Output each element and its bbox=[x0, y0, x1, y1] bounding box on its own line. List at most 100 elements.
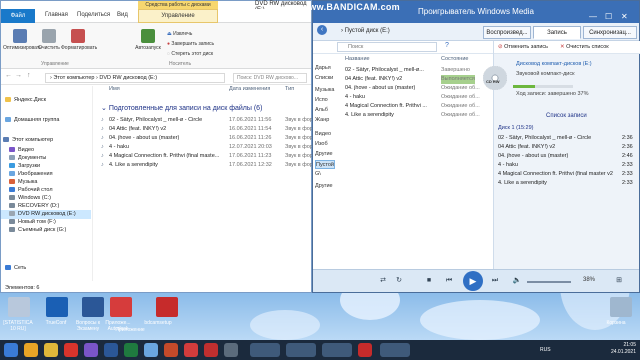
back-icon[interactable]: ‹ bbox=[317, 25, 327, 35]
back-icon[interactable]: ← bbox=[5, 72, 12, 79]
explorer-taskbar-icon[interactable] bbox=[44, 343, 58, 357]
burn-track-title[interactable]: 04 Attic (feat. INKY!) v2 bbox=[498, 144, 614, 150]
help-icon[interactable]: ? bbox=[445, 42, 449, 49]
tab-share[interactable]: Поделиться bbox=[77, 12, 110, 18]
burn-track-title[interactable]: 4. Like a serendipity bbox=[498, 180, 614, 186]
column-type[interactable]: Тип bbox=[285, 86, 294, 92]
app-icon-3[interactable] bbox=[204, 343, 218, 357]
column-state[interactable]: Состояние bbox=[441, 56, 468, 62]
burn-track-title[interactable]: 02 - Sätyr, Philocalyst _ mell-ø - Circl… bbox=[498, 135, 614, 141]
desktop-icon-label[interactable]: TrueConf bbox=[38, 320, 74, 326]
library-item-7[interactable]: Изоб bbox=[315, 140, 328, 149]
volume-slider[interactable] bbox=[527, 281, 571, 283]
play-button[interactable]: ▶ bbox=[463, 271, 483, 291]
optimize-button[interactable]: Оптимизировать bbox=[3, 29, 42, 51]
desktop-icon-label[interactable]: Приложение bbox=[112, 327, 148, 333]
opera-icon[interactable] bbox=[64, 343, 78, 357]
chrome-icon[interactable] bbox=[24, 343, 38, 357]
library-item-5[interactable]: Жанр bbox=[315, 116, 329, 125]
track-row[interactable]: 04 Attic (feat. INKY!) v2 Выполняется bbox=[345, 75, 491, 84]
tab-manage[interactable]: Управление bbox=[138, 9, 218, 23]
app-icon[interactable] bbox=[164, 343, 178, 357]
clear-list-button[interactable]: ✕ Очистить список bbox=[560, 44, 609, 50]
nav-item-13[interactable]: Съемный диск (G:) bbox=[1, 226, 91, 235]
tab-view[interactable]: Вид bbox=[117, 12, 128, 18]
clock[interactable]: 21:05 24.01.2021 bbox=[611, 342, 636, 356]
autodesk-icon[interactable] bbox=[110, 297, 132, 317]
track-row[interactable]: 4 Magical Connection ft. Prithvi ... Ожид… bbox=[345, 102, 491, 111]
volume-icon[interactable]: 🔈 bbox=[511, 275, 523, 287]
desktop-icon-label[interactable]: Корзина bbox=[598, 320, 634, 326]
up-icon[interactable]: ↑ bbox=[27, 72, 31, 79]
breadcrumb[interactable]: › Пустой диск (E:) bbox=[341, 28, 390, 34]
library-item-0[interactable]: Дарья bbox=[315, 64, 331, 73]
word-doc-icon[interactable] bbox=[82, 297, 104, 317]
desktop-icon-label[interactable]: [STATISTICA 10 RU] bbox=[0, 320, 36, 332]
language-indicator[interactable]: RUS bbox=[540, 347, 551, 353]
desktop-icon-label[interactable]: bdcamsetup bbox=[140, 320, 176, 326]
track-row[interactable]: 4 - haku Ожидание об... bbox=[345, 93, 491, 102]
bdcamsetup-icon[interactable] bbox=[156, 297, 178, 317]
switch-view-icon[interactable]: ⊞ bbox=[613, 275, 625, 287]
cancel-burn-button[interactable]: ⊘ Отменить запись bbox=[498, 44, 548, 50]
format-button[interactable]: Форматировать bbox=[61, 29, 97, 51]
drive-name[interactable]: Дисковод компакт-дисков (E:) bbox=[516, 61, 592, 67]
trueconf-icon[interactable] bbox=[46, 297, 68, 317]
library-item-8[interactable]: Другие bbox=[315, 150, 333, 159]
column-date[interactable]: Дата изменения bbox=[229, 86, 270, 92]
taskbar-window-5[interactable] bbox=[380, 343, 410, 357]
track-row[interactable]: 04. jhove - about us (master) Ожидание об… bbox=[345, 84, 491, 93]
nav-item-2[interactable]: Этот компьютер bbox=[1, 136, 91, 145]
burn-track-title[interactable]: 4 - haku bbox=[498, 162, 614, 168]
finish-burning-button[interactable]: ● Завершить запись bbox=[167, 41, 214, 47]
library-item-1[interactable]: Списки bbox=[315, 74, 333, 83]
previous-icon[interactable]: ⏮ bbox=[443, 275, 455, 287]
track-row[interactable]: 4. Like a serendipity Ожидание об... bbox=[345, 111, 491, 120]
file-row[interactable]: ♪ 4. Like a serendipity 17.06.2021 12:32 Зв… bbox=[101, 161, 317, 170]
tab-sync[interactable]: Синхронизац... bbox=[583, 26, 637, 39]
repeat-icon[interactable]: ↻ bbox=[393, 275, 405, 287]
library-item-9[interactable]: Пустой bbox=[315, 160, 335, 169]
autoplay-button[interactable]: Автозапуск bbox=[133, 29, 163, 51]
library-item-3[interactable]: Испо bbox=[315, 96, 328, 105]
column-name[interactable]: Имя bbox=[109, 86, 120, 92]
start-icon[interactable] bbox=[4, 343, 18, 357]
file-row[interactable]: ♪ 4 Magical Connection ft. Prithvi (final… bbox=[101, 152, 317, 161]
file-row[interactable]: ♪ 04. jhove - about us (master) 16.06.2021… bbox=[101, 134, 317, 143]
cleanup-button[interactable]: Очистить bbox=[37, 29, 61, 51]
recycle-bin-icon[interactable] bbox=[610, 297, 632, 317]
forward-icon[interactable]: → bbox=[15, 72, 22, 79]
tab-file[interactable]: Файл bbox=[1, 9, 35, 23]
next-icon[interactable]: ⏭ bbox=[489, 275, 501, 287]
erase-disc-button[interactable]: ◌ Стереть этот диск bbox=[167, 51, 213, 57]
address-input[interactable]: › Этот компьютер › DVD RW дисковод (E:) bbox=[45, 73, 225, 83]
track-row[interactable]: 02 - Sätyr, Philocalyst _ mell-ø... Завер… bbox=[345, 66, 491, 75]
tab-play[interactable]: Воспроизвед... bbox=[483, 26, 531, 39]
taskbar-utorrent[interactable] bbox=[322, 343, 352, 357]
library-item-11[interactable]: Другие bbox=[315, 182, 333, 191]
library-item-4[interactable]: Альб bbox=[315, 106, 328, 115]
file-row[interactable]: ♪ 04 Attic (feat. INKY!) v2 16.06.2021 11:… bbox=[101, 125, 317, 134]
telegram-icon[interactable] bbox=[144, 343, 158, 357]
stop-icon[interactable]: ■ bbox=[423, 275, 435, 287]
taskbar-wmp-window[interactable] bbox=[286, 343, 316, 357]
nav-item-1[interactable]: Домашняя группа bbox=[1, 116, 91, 125]
column-title[interactable]: Название bbox=[345, 56, 370, 62]
eject-button[interactable]: ⏏ Извлечь bbox=[167, 31, 192, 37]
wmp-search-input[interactable]: Поиск bbox=[337, 42, 437, 52]
search-input[interactable]: Поиск: DVD RW дисково... bbox=[233, 73, 307, 83]
tab-burn[interactable]: Запись bbox=[533, 26, 581, 39]
tab-home[interactable]: Главная bbox=[45, 12, 68, 18]
nav-item-14[interactable]: Сеть bbox=[1, 264, 91, 273]
nav-item-0[interactable]: Яндекс.Диск bbox=[1, 96, 91, 105]
burn-track-title[interactable]: 4 Magical Connection ft. Prithvi (final … bbox=[498, 171, 614, 177]
library-item-6[interactable]: Видео bbox=[315, 130, 331, 139]
statistica-icon[interactable] bbox=[8, 297, 30, 317]
file-row[interactable]: ♪ 02 - Sätyr, Philocalyst _ mell-ø - Circ… bbox=[101, 116, 317, 125]
bandicam-icon[interactable] bbox=[358, 343, 372, 357]
word-taskbar-icon[interactable] bbox=[104, 343, 118, 357]
library-item-2[interactable]: Музыка bbox=[315, 86, 334, 95]
file-row[interactable]: ♪ 4 - haku 12.07.2021 20:03 Звук в форм bbox=[101, 143, 317, 152]
shuffle-icon[interactable]: ⇄ bbox=[377, 275, 389, 287]
app-icon-4[interactable] bbox=[224, 343, 238, 357]
